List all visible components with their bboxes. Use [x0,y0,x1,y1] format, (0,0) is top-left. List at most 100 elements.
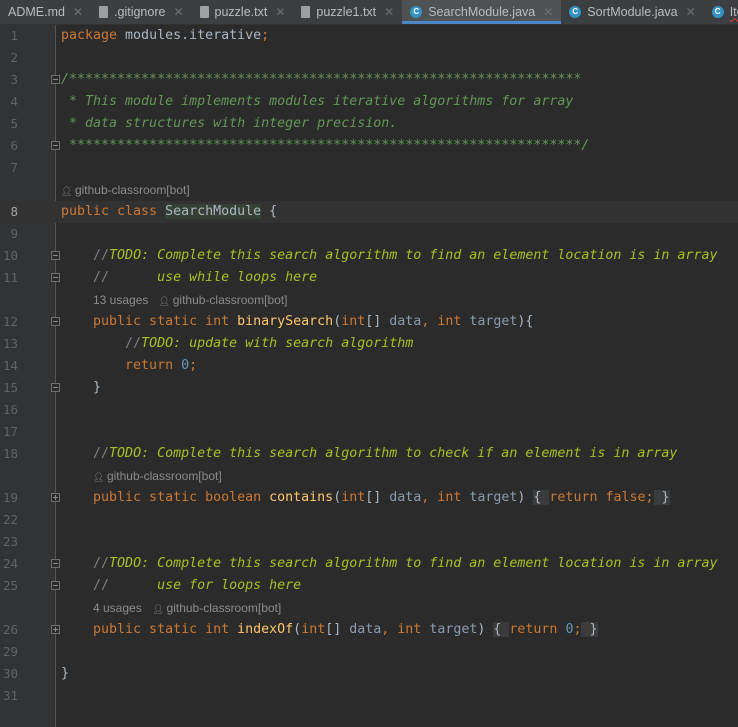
code-token: } [581,622,598,637]
code-token: // [61,248,110,263]
author-hint: github-classroom[bot] [172,293,288,307]
line-number: 9 [10,226,18,241]
code-text[interactable]: //TODO: update with search algorithm [61,333,413,355]
line-number: 15 [2,380,18,395]
code-line: 13 //TODO: update with search algorithm [0,333,738,355]
code-line: 30} [0,663,738,685]
tab-puzzle-txt[interactable]: puzzle.txt ✕ [192,0,294,24]
usages-hint[interactable]: 13 usages [93,289,148,311]
code-line: 11 // use while loops here [0,267,738,289]
tab-puzzle1-txt[interactable]: puzzle1.txt ✕ [293,0,402,24]
author-inlay[interactable]: 👤︎ github-classroom[bot] [93,465,222,488]
close-tab-icon[interactable]: ✕ [173,5,183,19]
code-text[interactable]: // use while loops here [61,267,317,289]
close-tab-icon[interactable]: ✕ [275,5,285,19]
tab-adme-md[interactable]: ADME.md ✕ [0,0,91,24]
code-text[interactable]: ****************************************… [61,135,589,157]
author-icon: 👤︎ [61,186,75,196]
code-text[interactable]: } [61,663,69,685]
collapse-fold-icon[interactable] [51,251,60,260]
code-token: { [533,490,550,505]
code-text[interactable]: public static boolean contains(int[] dat… [61,487,670,509]
code-text[interactable]: * data structures with integer precision… [61,113,397,135]
collapse-fold-icon[interactable] [51,581,60,590]
close-tab-icon[interactable]: ✕ [686,5,696,19]
collapse-fold-icon[interactable] [51,75,60,84]
code-token: use while loops here [157,270,318,285]
author-inlay[interactable]: 👤︎ github-classroom[bot] [61,179,190,202]
code-editor[interactable]: 1 package modules.iterative; 2 3/**********… [0,25,738,727]
close-tab-icon[interactable]: ✕ [73,5,83,19]
line-number: 7 [10,160,18,175]
code-line: 26 public static int indexOf(int[] data,… [0,619,738,641]
code-token: } [61,666,70,681]
code-line: 9 [0,223,738,245]
code-text[interactable]: * This module implements modules iterati… [61,91,573,113]
tab-label: puzzle.txt [214,5,268,19]
code-line: 24 //TODO: Complete this search algorith… [0,553,738,575]
line-number: 8 [10,204,18,219]
author-inlay[interactable]: 👤︎ github-classroom[bot] [159,289,288,312]
expand-fold-icon[interactable] [51,625,60,634]
code-text[interactable]: public class SearchModule { [61,201,277,223]
java-class-icon: C [410,6,423,18]
usages-hint[interactable]: 4 usages [93,597,142,619]
code-line: 3 /**************************************… [0,69,738,91]
line-number: 18 [2,446,18,461]
code-text[interactable]: // use for loops here [61,575,301,597]
collapse-fold-icon[interactable] [51,141,60,150]
code-text[interactable]: public static int indexOf(int[] data, in… [61,619,598,641]
ignore-file-icon [99,6,109,18]
code-text[interactable]: } [61,377,101,399]
code-token: indexOf [237,622,294,637]
author-hint: github-classroom[bot] [74,183,190,197]
collapse-fold-icon[interactable] [51,273,60,282]
code-token: public static int [61,622,238,637]
author-inlay[interactable]: 👤︎ github-classroom[bot] [153,597,282,620]
code-token: * This module implements modules iterati… [61,94,574,109]
close-tab-icon[interactable]: ✕ [384,5,394,19]
tab-label: puzzle1.txt [316,5,377,19]
code-token: TODO: Complete this search algorithm to … [109,446,678,461]
code-token: [] [325,622,350,637]
code-text[interactable]: return 0; [61,355,197,377]
code-token: return false; [549,490,654,505]
close-tab-icon[interactable]: ✕ [543,5,553,19]
expand-fold-icon[interactable] [51,493,60,502]
text-file-icon [199,6,209,18]
code-text[interactable]: //TODO: Complete this search algorithm t… [61,245,717,267]
code-line: 14 return 0; [0,355,738,377]
code-text[interactable]: public static int binarySearch(int[] dat… [61,311,533,333]
collapse-fold-icon[interactable] [51,559,60,568]
code-token: int [341,314,366,329]
code-token: ; [189,358,198,373]
code-token: // [61,556,110,571]
collapse-fold-icon[interactable] [51,317,60,326]
code-token: ){ [517,314,534,329]
tab--gitignore[interactable]: .gitignore ✕ [91,0,192,24]
code-line: 22 [0,509,738,531]
code-text[interactable]: //TODO: Complete this search algorithm t… [61,443,677,465]
tab-searchmodule-java[interactable]: C SearchModule.java ✕ [402,0,562,24]
code-text[interactable]: package modules.iterative; [61,25,269,47]
code-line: 19 public static boolean contains(int[] … [0,487,738,509]
code-token: , int [421,314,470,329]
code-text[interactable]: //TODO: Complete this search algorithm t… [61,553,717,575]
tab-label: SearchModule.java [428,5,536,19]
code-token: ; [261,28,270,43]
code-token: modules.iterative [125,28,262,43]
code-token: 0 [181,358,190,373]
code-line: 6 **************************************… [0,135,738,157]
tab-sortmodule-java[interactable]: C SortModule.java ✕ [561,0,703,24]
code-token: public static int [61,314,238,329]
code-token: [] [365,490,390,505]
code-token: target [469,314,518,329]
code-token: ) [517,490,534,505]
author-hint: github-classroom[bot] [106,469,222,483]
tab-iterative[interactable]: C Iterative [704,0,738,24]
code-token: package [61,28,126,43]
code-text[interactable]: /***************************************… [61,69,581,91]
collapse-fold-icon[interactable] [51,383,60,392]
line-number: 12 [2,314,18,329]
code-token: target [469,490,518,505]
